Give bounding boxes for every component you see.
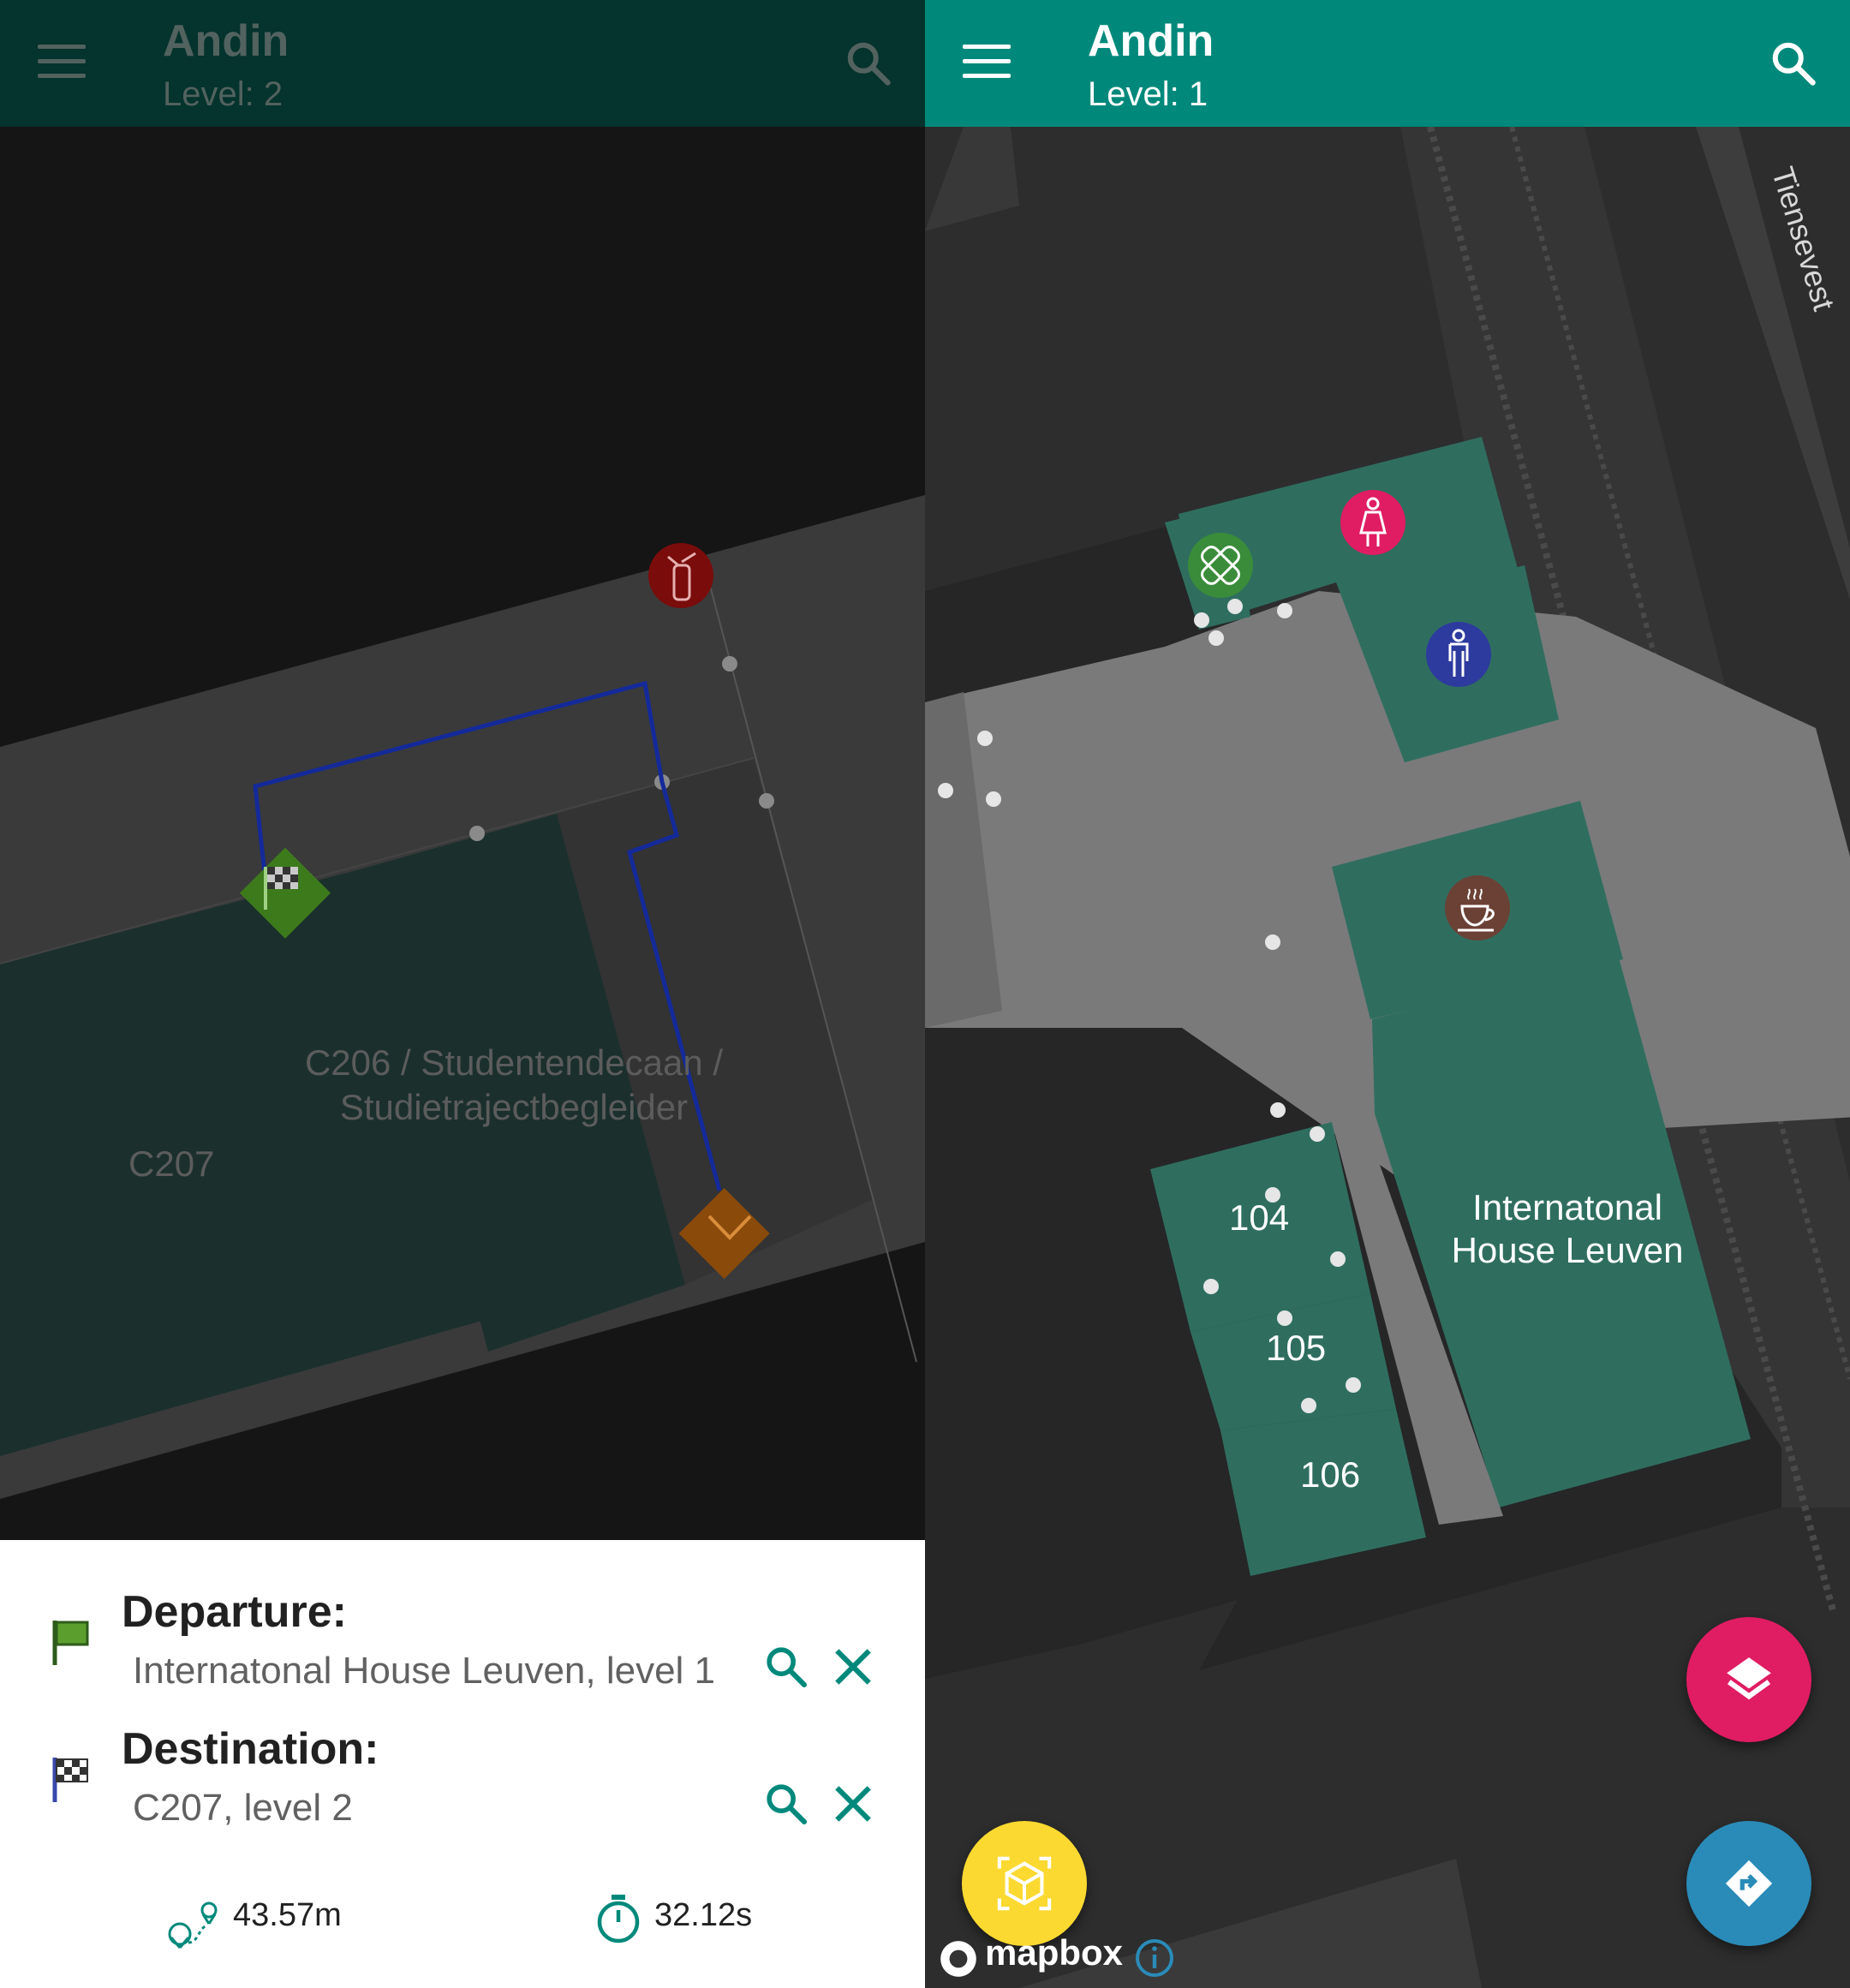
menu-icon[interactable]	[38, 45, 86, 81]
timer-icon	[597, 1895, 640, 1943]
top-app-bar: Andin Level: 2	[0, 0, 925, 127]
mapbox-logo-icon	[940, 1941, 976, 1977]
search-icon[interactable]	[843, 38, 894, 89]
flag-icon	[52, 1621, 89, 1665]
layers-button[interactable]	[1686, 1617, 1811, 1742]
route-duration: 32.12s	[654, 1897, 753, 1933]
level-indicator: Level: 2	[163, 75, 283, 113]
male-toilet-icon[interactable]	[1426, 622, 1491, 687]
departure-clear-icon[interactable]	[829, 1643, 877, 1691]
room-label-c207: C207	[128, 1143, 215, 1184]
menu-icon[interactable]	[963, 45, 1011, 81]
destination-label: Destination:	[122, 1724, 379, 1774]
info-icon[interactable]	[1134, 1937, 1175, 1979]
departure-search-icon[interactable]	[762, 1643, 810, 1691]
checkered-flag-icon	[52, 1758, 88, 1802]
top-app-bar: Andin Level: 1	[925, 0, 1850, 127]
destination-clear-icon[interactable]	[829, 1780, 877, 1828]
route-distance: 43.57m	[233, 1897, 342, 1933]
search-icon[interactable]	[1768, 38, 1819, 89]
directions-icon	[1725, 1860, 1773, 1907]
fire-extinguisher-icon[interactable]	[648, 543, 713, 608]
route-sheet: Departure: Internatonal House Leuven, le…	[0, 1540, 925, 1988]
route-distance-icon	[168, 1901, 218, 1949]
departure-label: Departure:	[122, 1587, 347, 1637]
room-label-105: 105	[1266, 1328, 1327, 1368]
first-aid-icon[interactable]	[1188, 533, 1253, 598]
right-screen: Andin Level: 1 Tiensevest 104 105 106 In…	[925, 0, 1850, 1988]
cube-icon	[997, 1856, 1052, 1911]
departure-value[interactable]: Internatonal House Leuven, level 1	[133, 1650, 715, 1692]
room-label-international-house: Internatonal House Leuven	[1451, 1187, 1684, 1270]
room-label-104: 104	[1229, 1197, 1290, 1238]
3d-view-button[interactable]	[962, 1821, 1087, 1946]
female-toilet-icon[interactable]	[1340, 490, 1405, 555]
destination-search-icon[interactable]	[762, 1780, 810, 1828]
app-title: Andin	[163, 16, 289, 66]
left-screen: Andin Level: 2 C206 / Studentendecaan / …	[0, 0, 925, 1988]
layers-icon	[1727, 1657, 1771, 1700]
level-indicator: Level: 1	[1088, 75, 1208, 113]
mapbox-attribution: mapbox	[985, 1932, 1124, 1973]
room-label-c206: C206 / Studentendecaan / Studietrajectbeg…	[304, 1042, 724, 1127]
app-title: Andin	[1088, 16, 1214, 66]
room-label-106: 106	[1300, 1454, 1361, 1495]
coffee-icon[interactable]	[1445, 875, 1510, 940]
indoor-map-level-2[interactable]	[0, 127, 925, 1540]
destination-value[interactable]: C207, level 2	[133, 1787, 353, 1830]
directions-button[interactable]	[1686, 1821, 1811, 1946]
